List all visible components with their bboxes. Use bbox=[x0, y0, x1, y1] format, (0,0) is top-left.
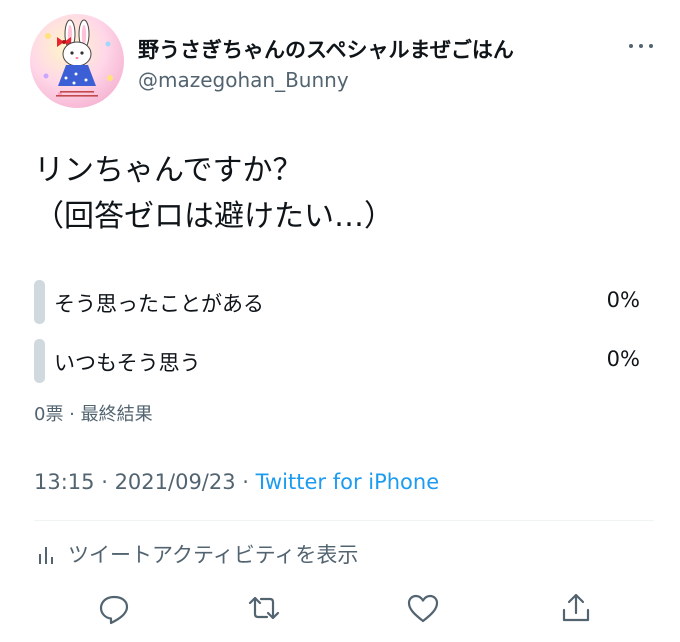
reply-button[interactable] bbox=[96, 590, 132, 626]
author-display-name[interactable]: 野うさぎちゃんのスペシャルまぜごはん bbox=[138, 34, 514, 64]
retweet-button[interactable] bbox=[246, 590, 282, 626]
tweet-date[interactable]: 2021/09/23 bbox=[115, 470, 236, 494]
retweet-icon bbox=[248, 596, 280, 620]
tweet-meta: 13:15 · 2021/09/23 · Twitter for iPhone bbox=[34, 470, 439, 494]
avatar[interactable] bbox=[30, 14, 124, 108]
poll-option-label: そう思ったことがある bbox=[54, 292, 264, 316]
divider bbox=[34, 520, 654, 521]
share-icon bbox=[562, 593, 590, 622]
bunny-avatar-illustration bbox=[43, 19, 113, 97]
poll-option-percent: 0% bbox=[606, 347, 640, 371]
like-button[interactable] bbox=[405, 590, 441, 626]
poll-option-percent: 0% bbox=[606, 288, 640, 312]
poll-result-bar bbox=[34, 339, 45, 383]
share-button[interactable] bbox=[558, 590, 594, 626]
poll-option-label: いつもそう思う bbox=[54, 351, 201, 375]
tweet-source-link[interactable]: Twitter for iPhone bbox=[256, 470, 440, 494]
tweet-time[interactable]: 13:15 bbox=[34, 470, 95, 494]
tweet-text: リンちゃんですか？ （回答ゼロは避けたい…） bbox=[34, 153, 394, 234]
poll-result-bar bbox=[34, 280, 45, 324]
like-icon bbox=[407, 594, 439, 623]
poll-option[interactable]: そう思ったことがある 0% bbox=[34, 280, 640, 324]
tweet-activity-label: ツイートアクティビティを表示 bbox=[68, 543, 359, 567]
author-handle[interactable]: @mazegohan_Bunny bbox=[138, 68, 349, 92]
bar-chart-icon bbox=[39, 547, 53, 564]
meta-separator: · bbox=[94, 470, 115, 494]
poll-summary: 0票 · 最終結果 bbox=[34, 404, 153, 425]
meta-separator: · bbox=[235, 470, 256, 494]
reply-icon bbox=[99, 595, 129, 625]
more-options-icon[interactable] bbox=[624, 32, 658, 60]
poll-option[interactable]: いつもそう思う 0% bbox=[34, 339, 640, 383]
